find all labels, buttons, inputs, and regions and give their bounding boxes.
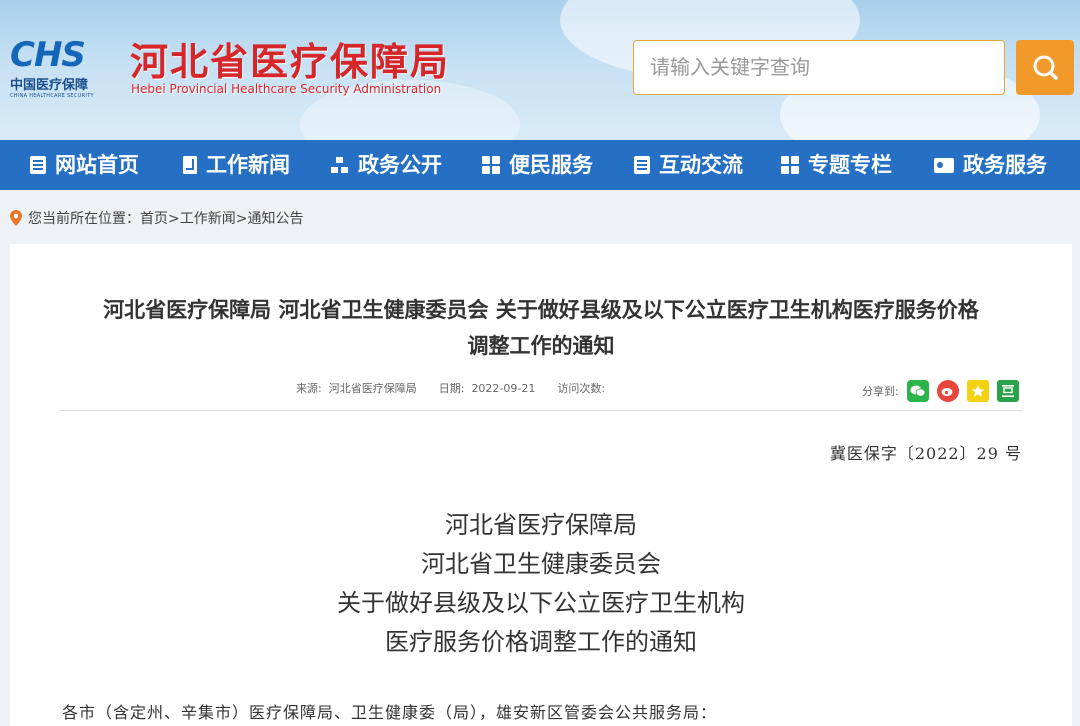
document-heading-line: 河北省医疗保障局: [445, 511, 637, 539]
nav-item-gov-services[interactable]: 政务服务: [934, 140, 1047, 190]
article-title-line: 河北省医疗保障局 河北省卫生健康委员会 关于做好县级及以下公立医疗卫生机构医疗服…: [103, 298, 979, 322]
site-header: CHS 中国医疗保障 CHINA HEALTHCARE SECURITY 河北省…: [0, 0, 1080, 140]
breadcrumb-path[interactable]: 首页>工作新闻>通知公告: [140, 208, 303, 228]
chs-logo[interactable]: CHS 中国医疗保障 CHINA HEALTHCARE SECURITY: [10, 38, 110, 102]
logo-cn-text: 中国医疗保障: [10, 78, 89, 93]
main-nav: 网站首页 工作新闻 政务公开 便民服务 互动交流 专题专栏 政务服务: [0, 140, 1080, 190]
document-heading-line: 关于做好县级及以下公立医疗卫生机构: [337, 589, 745, 617]
source-meta: 来源: 河北省医疗保障局: [296, 380, 417, 396]
nav-label: 互动交流: [659, 153, 743, 177]
document-icon: [634, 156, 650, 174]
article-meta: 来源: 河北省医疗保障局 日期: 2022-09-21 访问次数:: [296, 380, 605, 396]
share-bar: 分享到:: [862, 380, 1019, 402]
source-value: 河北省医疗保障局: [328, 382, 417, 395]
salutation: 各市（含定州、辛集市）医疗保障局、卫生健康委（局），雄安新区管委会公共服务局：: [62, 703, 718, 722]
org-chart-icon: [331, 156, 349, 174]
date-meta: 日期: 2022-09-21: [439, 380, 536, 396]
views-meta: 访问次数:: [557, 382, 606, 395]
grid-icon: [781, 156, 799, 174]
article-title: 河北省医疗保障局 河北省卫生健康委员会 关于做好县级及以下公立医疗卫生机构医疗服…: [50, 292, 1032, 364]
nav-item-topics[interactable]: 专题专栏: [781, 140, 892, 190]
douban-icon[interactable]: [996, 380, 1019, 402]
nav-item-news[interactable]: 工作新闻: [183, 140, 290, 190]
share-label: 分享到:: [862, 385, 899, 398]
article-panel: 河北省医疗保障局 河北省卫生健康委员会 关于做好县级及以下公立医疗卫生机构医疗服…: [10, 244, 1072, 726]
weibo-icon[interactable]: [936, 380, 959, 402]
logo-en-text: CHINA HEALTHCARE SECURITY: [10, 93, 94, 99]
site-subtitle: Hebei Provincial Healthcare Security Adm…: [131, 82, 442, 96]
qzone-star-icon[interactable]: [966, 380, 989, 402]
nav-label: 便民服务: [509, 153, 593, 177]
search-icon: [1033, 55, 1058, 80]
grid-icon: [482, 156, 500, 174]
document-heading-line: 河北省卫生健康委员会: [421, 550, 661, 578]
bookmark-icon: [183, 156, 197, 174]
source-label: 来源:: [296, 382, 322, 395]
article-title-line: 调整工作的通知: [467, 334, 615, 358]
logo-mark: CHS: [10, 35, 86, 75]
wechat-icon[interactable]: [906, 380, 929, 402]
breadcrumb: 您当前所在位置： 首页>工作新闻>通知公告: [10, 206, 303, 230]
site-title[interactable]: 河北省医疗保障局: [130, 40, 450, 84]
date-value: 2022-09-21: [471, 382, 536, 395]
nav-label: 专题专栏: [808, 153, 892, 177]
location-pin-icon: [10, 210, 22, 226]
title-divider: [60, 410, 1022, 411]
date-label: 日期:: [438, 382, 465, 395]
nav-label: 网站首页: [55, 153, 139, 177]
nav-label: 政务服务: [963, 153, 1047, 177]
nav-label: 工作新闻: [206, 153, 290, 177]
document-icon: [30, 156, 46, 174]
nav-item-public-affairs[interactable]: 政务公开: [331, 140, 442, 190]
breadcrumb-prefix: 您当前所在位置：: [28, 211, 140, 227]
search-input[interactable]: 请输入关键字查询: [633, 40, 1005, 95]
nav-item-services[interactable]: 便民服务: [482, 140, 593, 190]
search-button[interactable]: [1016, 40, 1074, 95]
document-heading-line: 医疗服务价格调整工作的通知: [385, 628, 697, 656]
nav-label: 政务公开: [358, 153, 442, 177]
nav-item-home[interactable]: 网站首页: [30, 140, 139, 190]
document-number: 冀医保字〔2022〕29 号: [829, 444, 1022, 463]
document-heading: 河北省医疗保障局 河北省卫生健康委员会 关于做好县级及以下公立医疗卫生机构 医疗…: [50, 506, 1032, 662]
id-card-icon: [934, 157, 954, 173]
nav-item-interaction[interactable]: 互动交流: [634, 140, 743, 190]
